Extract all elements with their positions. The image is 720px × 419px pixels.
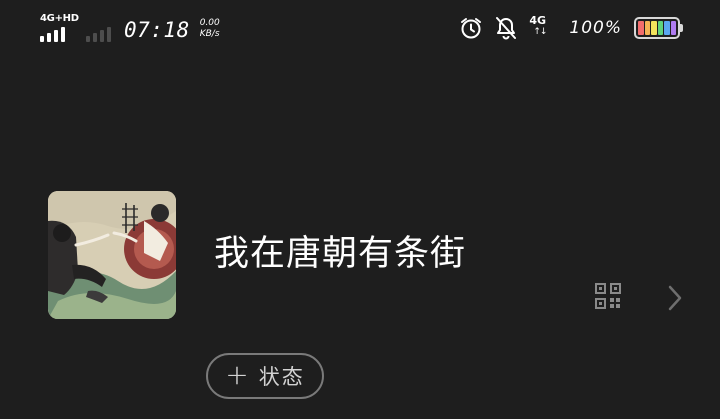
network-speed: 0.00 KB/s	[200, 18, 220, 40]
qr-code-icon[interactable]	[595, 283, 621, 309]
avatar-image	[48, 191, 176, 319]
battery-icon	[634, 17, 683, 39]
chevron-right-icon[interactable]	[667, 285, 683, 311]
alarm-icon	[461, 18, 482, 39]
clock-time: 07:18	[124, 18, 190, 42]
network-label: 4G+HD	[40, 13, 79, 24]
battery-segment	[664, 21, 670, 35]
battery-percent: 100%	[569, 18, 622, 38]
network-type-label: 4G	[529, 14, 547, 27]
battery-segment	[644, 21, 650, 35]
battery-segment	[670, 21, 676, 35]
network-4g-icon: 4G ↑↓	[529, 15, 557, 41]
status-bar-left: 4G+HD 07:18 0.00 KB/s	[40, 12, 220, 42]
battery-segment	[651, 21, 657, 35]
signal-secondary-icon	[86, 14, 118, 42]
network-arrows: ↑↓	[533, 27, 547, 37]
add-status-label: 状态	[258, 365, 305, 389]
network-speed-unit: KB/s	[199, 29, 220, 39]
battery-segment	[657, 21, 663, 35]
network-speed-value: 0.00	[199, 18, 220, 28]
status-bar: 4G+HD 07:18 0.00 KB/s 4G ↑↓ 100%	[0, 0, 720, 52]
signal-icon: 4G+HD	[40, 13, 79, 42]
avatar[interactable]	[48, 191, 176, 319]
add-status-button[interactable]: + 状态	[206, 353, 324, 399]
plus-icon: +	[225, 358, 249, 391]
battery-segment	[638, 21, 644, 35]
nickname[interactable]: 我在唐朝有条街	[214, 230, 466, 278]
profile-screen: 4G+HD 07:18 0.00 KB/s 4G ↑↓ 100% 我在唐朝有条街…	[0, 0, 720, 419]
bell-muted-icon	[496, 17, 517, 40]
status-bar-right: 4G ↑↓ 100%	[459, 14, 683, 42]
